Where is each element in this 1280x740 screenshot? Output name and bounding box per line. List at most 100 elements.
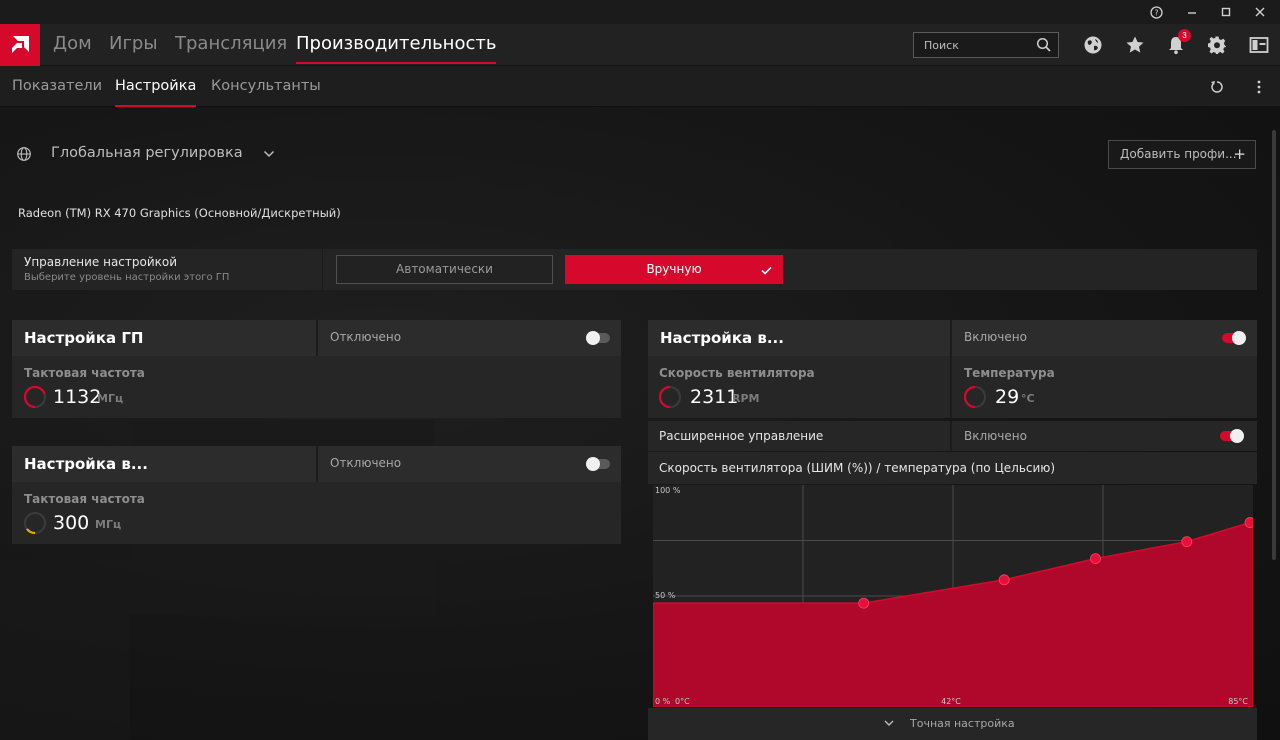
- fan-curve-point[interactable]: [858, 597, 870, 609]
- status-text: Включено: [964, 330, 1027, 344]
- globe-outline-icon: [17, 147, 31, 161]
- card-header: Настройка в... Включено: [648, 320, 1257, 356]
- close-icon: [1255, 7, 1265, 17]
- fan-tuning-toggle[interactable]: [1222, 331, 1246, 345]
- gpu-tuning-toggle[interactable]: [586, 331, 610, 345]
- card-status-cell: Включено: [950, 320, 1257, 356]
- nav-games[interactable]: Игры: [109, 24, 158, 66]
- manual-mode-button[interactable]: Вручную: [565, 255, 783, 284]
- manual-mode-label: Вручную: [646, 262, 702, 276]
- title-bar: ?: [0, 0, 1280, 24]
- add-profile-label: Добавить профи...: [1120, 147, 1237, 161]
- divider: [322, 249, 323, 290]
- tuning-control-title: Управление настройкой: [24, 255, 178, 269]
- gpu-tuning-card: Настройка ГП Отключено Тактовая частота …: [12, 320, 621, 418]
- clock-unit: МГц: [95, 518, 122, 531]
- advanced-control-toggle[interactable]: [1220, 429, 1244, 443]
- fine-tuning-toggle[interactable]: Точная настройка: [648, 708, 1257, 740]
- advanced-control-row: Расширенное управление Включено: [648, 421, 1257, 451]
- fan-curve-chart[interactable]: 100 % 50 % 0 % 0°C 42°C 85°C: [652, 485, 1256, 708]
- temperature-label: Температура: [964, 366, 1055, 380]
- star-icon[interactable]: [1123, 33, 1147, 57]
- more-vertical-icon[interactable]: [1247, 75, 1271, 99]
- advanced-control-label: Расширенное управление: [659, 429, 824, 443]
- tuning-control-row: Управление настройкой Выберите уровень н…: [12, 249, 1257, 290]
- search-box[interactable]: [913, 32, 1059, 58]
- tab-metrics[interactable]: Показатели: [12, 66, 102, 107]
- card-title: Настройка в...: [24, 455, 148, 473]
- sub-navbar: Показатели Настройка Консультанты: [0, 66, 1280, 107]
- clock-label: Тактовая частота: [24, 366, 145, 380]
- advanced-control-status: Включено: [964, 429, 1027, 443]
- card-status-cell: Отключено: [316, 320, 621, 356]
- notification-count-badge: 3: [1178, 29, 1191, 42]
- fan-speed-label: Скорость вентилятора: [659, 366, 815, 380]
- fan-curve-header: Скорость вентилятора (ШИМ (%)) / темпера…: [648, 452, 1257, 484]
- background-blur-shape: [0, 560, 130, 740]
- gear-icon[interactable]: [1205, 33, 1229, 57]
- add-profile-button[interactable]: Добавить профи... +: [1108, 140, 1256, 169]
- maximize-button[interactable]: [1209, 0, 1243, 24]
- automatic-mode-button[interactable]: Автоматически: [336, 255, 553, 284]
- amd-logo-icon[interactable]: [0, 24, 40, 66]
- card-title: Настройка в...: [660, 329, 784, 347]
- gpu-name: Radeon (TM) RX 470 Graphics (Основной/Ди…: [18, 206, 341, 220]
- temperature-gauge-icon: [963, 385, 987, 409]
- vram-tuning-card: Настройка в... Отключено Тактовая частот…: [12, 446, 621, 544]
- minimize-icon: [1188, 12, 1196, 14]
- minimize-button[interactable]: [1175, 0, 1209, 24]
- nav-streaming[interactable]: Трансляция: [175, 24, 287, 66]
- y-tick-label: 0 %: [655, 697, 671, 706]
- checkmark-icon: [761, 266, 772, 275]
- chevron-down-icon: [884, 720, 894, 726]
- search-icon[interactable]: [1036, 37, 1052, 53]
- clock-unit: МГц: [97, 392, 124, 405]
- y-tick-label: 100 %: [655, 486, 681, 495]
- clock-label: Тактовая частота: [24, 492, 145, 506]
- temperature-unit: °C: [1021, 392, 1035, 405]
- profile-label: Глобальная регулировка: [51, 145, 243, 161]
- help-button[interactable]: ?: [1139, 0, 1173, 24]
- profile-selector[interactable]: Глобальная регулировка: [14, 140, 284, 168]
- tab-advisors[interactable]: Консультанты: [211, 66, 321, 107]
- x-tick-label: 85°C: [1228, 697, 1248, 706]
- search-input[interactable]: [914, 33, 1034, 57]
- fan-curve-point[interactable]: [1244, 517, 1256, 528]
- chevron-down-icon[interactable]: [263, 150, 275, 158]
- fan-curve-point[interactable]: [1090, 553, 1101, 564]
- globe-icon[interactable]: [1081, 33, 1105, 57]
- fan-speed-unit: RPM: [732, 392, 760, 405]
- x-tick-label: 0°C: [675, 697, 690, 706]
- fan-tuning-card: Настройка в... Включено Скорость вентиля…: [648, 320, 1257, 418]
- card-header: Настройка в... Отключено: [12, 446, 621, 482]
- vram-tuning-toggle[interactable]: [586, 457, 610, 471]
- clock-value: 300: [53, 512, 90, 534]
- fan-curve-title: Скорость вентилятора (ШИМ (%)) / темпера…: [659, 461, 1056, 475]
- tuning-control-subtitle: Выберите уровень настройки этого ГП: [24, 272, 230, 283]
- nav-home[interactable]: Дом: [53, 24, 92, 66]
- status-text: Отключено: [330, 456, 402, 470]
- clock-gauge-icon: [23, 385, 47, 409]
- main-navbar: Дом Игры Трансляция Производительность 3: [0, 24, 1280, 66]
- fan-curve-point[interactable]: [998, 574, 1010, 586]
- clock-value: 1132: [53, 386, 102, 408]
- nav-performance[interactable]: Производительность: [296, 24, 497, 66]
- fan-curve-svg[interactable]: 100 % 50 % 0 % 0°C 42°C 85°C: [652, 485, 1256, 708]
- maximize-icon: [1221, 7, 1231, 17]
- card-header: Настройка ГП Отключено: [12, 320, 621, 356]
- sidebar-toggle-icon[interactable]: [1247, 33, 1271, 57]
- fan-curve-point[interactable]: [1181, 536, 1193, 548]
- notifications-button[interactable]: 3: [1164, 29, 1191, 57]
- fine-tuning-label: Точная настройка: [910, 717, 1015, 730]
- status-text: Отключено: [330, 330, 402, 344]
- reset-icon[interactable]: [1205, 75, 1229, 99]
- tab-tuning[interactable]: Настройка: [115, 66, 197, 107]
- question-circle-icon: ?: [1149, 5, 1163, 19]
- card-title: Настройка ГП: [24, 329, 144, 347]
- clock-gauge-icon: [23, 511, 47, 535]
- divider: [950, 421, 952, 451]
- close-button[interactable]: [1243, 0, 1277, 24]
- scrollbar[interactable]: [1272, 130, 1276, 560]
- y-tick-label: 50 %: [655, 591, 676, 600]
- svg-text:?: ?: [1154, 8, 1158, 17]
